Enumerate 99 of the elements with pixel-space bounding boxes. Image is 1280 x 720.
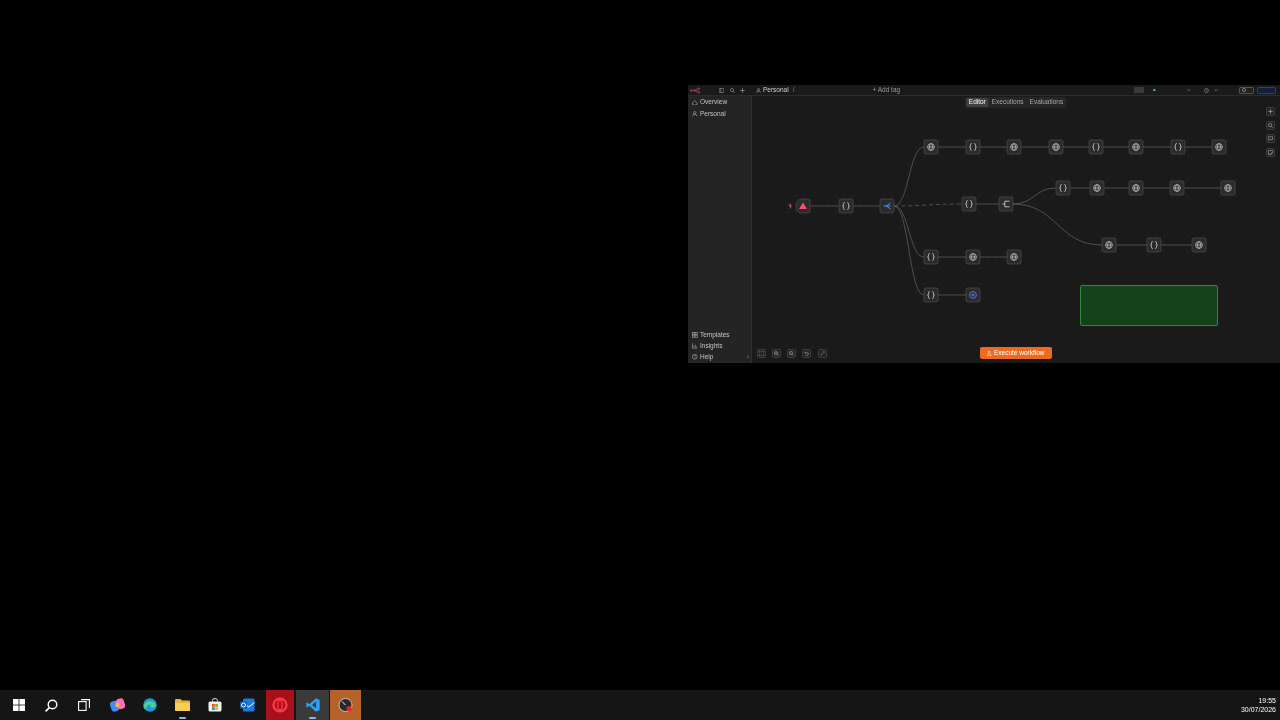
speech-bubble-icon: [1268, 136, 1273, 141]
branch-icon: [883, 202, 891, 210]
wand-icon: [819, 351, 825, 356]
workflow-node[interactable]: [795, 198, 811, 214]
search-button[interactable]: [1266, 120, 1275, 130]
search-icon: [45, 698, 59, 712]
globe-icon: [1105, 241, 1113, 249]
note-icon: [1268, 149, 1273, 155]
workflow-node[interactable]: [1220, 180, 1236, 196]
plus-icon[interactable]: [740, 87, 745, 93]
workflow-node[interactable]: [838, 198, 854, 214]
workflow-node[interactable]: [961, 196, 977, 212]
dial-icon: [329, 690, 361, 720]
workflow-node[interactable]: [1128, 180, 1144, 196]
workflow-node[interactable]: [1006, 249, 1022, 265]
braces-icon: [965, 200, 973, 208]
globe-icon: [1010, 143, 1018, 151]
globe-icon: [969, 253, 977, 261]
undo-button[interactable]: [802, 349, 812, 358]
workflow-node[interactable]: [1146, 237, 1162, 253]
workflow-node[interactable]: [923, 287, 939, 303]
plus-icon: [1268, 109, 1273, 114]
braces-icon: [1150, 241, 1158, 249]
task-view-icon: [78, 699, 91, 711]
workflow-node[interactable]: [1191, 237, 1207, 253]
plus-circle-icon: [969, 291, 977, 299]
undo-icon: [804, 351, 810, 356]
workflow-node[interactable]: [1088, 139, 1104, 155]
user-icon: [692, 111, 698, 117]
workflow-node[interactable]: [1089, 180, 1105, 196]
braces-icon: [927, 253, 935, 261]
envelope-icon: [239, 698, 255, 712]
home-icon: [692, 99, 698, 105]
add-node-button[interactable]: [1266, 107, 1275, 116]
panel-icon[interactable]: [719, 87, 724, 93]
globe-icon: [927, 143, 935, 151]
bar-chart-icon: [692, 343, 698, 349]
fork-icon: [1002, 200, 1010, 208]
workflow-node[interactable]: [1169, 180, 1185, 196]
workflow-node[interactable]: [1211, 139, 1227, 155]
globe-icon: [1195, 241, 1203, 249]
globe-icon: [1132, 143, 1140, 151]
globe-icon: [1132, 184, 1140, 192]
clock-icon[interactable]: [1204, 87, 1209, 93]
braces-icon: [1092, 143, 1100, 151]
tidy-button[interactable]: [817, 349, 827, 358]
workflow-node[interactable]: [923, 249, 939, 265]
status-dot-icon: [1153, 88, 1156, 92]
icon-button[interactable]: [1239, 86, 1254, 94]
workflow-node[interactable]: [1101, 237, 1117, 253]
workflow-node[interactable]: [1048, 139, 1064, 155]
help-icon: [692, 354, 698, 360]
globe-icon: [1052, 143, 1060, 151]
workflow-node[interactable]: [1055, 180, 1071, 196]
wave-icon: [142, 698, 157, 712]
workflow-node[interactable]: [1006, 139, 1022, 155]
workflow-node[interactable]: [998, 196, 1014, 212]
workflow-node[interactable]: [965, 287, 981, 303]
user-icon: [756, 87, 761, 93]
logo-icon: [690, 86, 700, 94]
globe-icon: [1093, 184, 1101, 192]
folder-icon: [174, 699, 190, 711]
zoom-out-icon: [789, 351, 795, 356]
workflow-node[interactable]: [923, 139, 939, 155]
braces-icon: [1174, 143, 1182, 151]
circle-icon: [1242, 88, 1246, 92]
search-icon[interactable]: [729, 87, 735, 93]
zoom-in-button[interactable]: [771, 349, 781, 358]
warning-icon: [799, 202, 807, 209]
workflow-node[interactable]: [1128, 139, 1144, 155]
chat-button[interactable]: [1266, 134, 1275, 143]
workflow-node[interactable]: [879, 198, 895, 214]
braces-icon: [927, 291, 935, 299]
workflow-node[interactable]: [965, 139, 981, 155]
multicolor-loop-icon: [109, 698, 125, 712]
globe-icon: [1215, 143, 1223, 151]
zoom-out-button[interactable]: [787, 349, 797, 358]
taskbar-button[interactable]: [328, 690, 362, 720]
braces-icon: [1059, 184, 1067, 192]
flask-icon: [987, 350, 992, 356]
grid-icon: [692, 332, 698, 338]
workflow-node[interactable]: [1170, 139, 1186, 155]
globe-icon: [1224, 184, 1232, 192]
braces-icon: [969, 143, 977, 151]
braces-icon: [842, 202, 850, 210]
shopping-bag-icon: [207, 698, 222, 712]
ribbon-icon: [305, 698, 320, 712]
ring-icon: [266, 690, 295, 720]
globe-icon: [1173, 184, 1181, 192]
fit-view-button[interactable]: [756, 349, 766, 358]
note-button[interactable]: [1266, 147, 1275, 157]
start-icon: [13, 699, 26, 711]
header-badge: [1134, 87, 1145, 93]
workflow-node[interactable]: [965, 249, 981, 265]
search-icon: [1268, 122, 1273, 128]
corners-icon: [758, 351, 764, 356]
globe-icon: [1010, 253, 1018, 261]
bolt-icon: [788, 202, 792, 210]
zoom-in-icon: [773, 351, 779, 356]
